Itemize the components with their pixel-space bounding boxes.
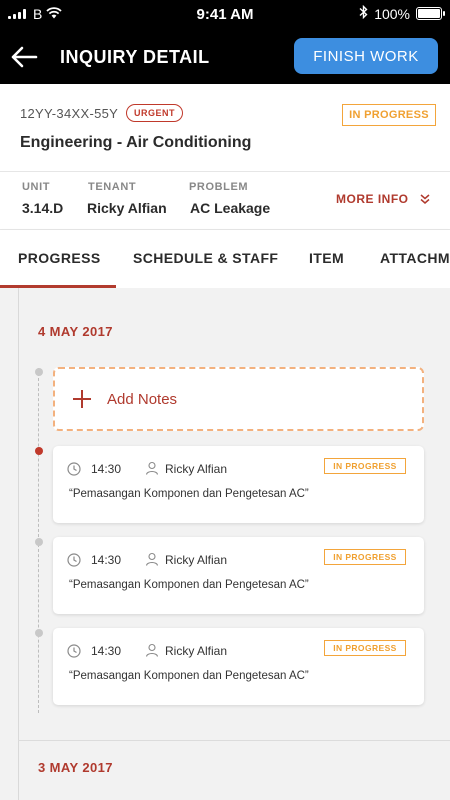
user-icon xyxy=(145,643,159,657)
plus-icon xyxy=(73,390,91,408)
entry-time: 14:30 xyxy=(91,462,122,476)
entry-time: 14:30 xyxy=(91,553,122,567)
unit-value: 3.14.D xyxy=(22,200,64,216)
progress-entry-card[interactable]: 14:30 Ricky Alfian IN PROGRESS “Pemasang… xyxy=(53,628,424,705)
divider xyxy=(0,171,450,172)
timeline-dot-active xyxy=(35,447,43,455)
date-header: 3 MAY 2017 xyxy=(38,760,113,775)
status-right: 100% xyxy=(359,4,445,22)
date-divider xyxy=(18,740,450,741)
inquiry-title: Engineering - Air Conditioning xyxy=(20,134,252,151)
entry-user: Ricky Alfian xyxy=(165,644,228,658)
progress-entry-card[interactable]: 14:30 Ricky Alfian IN PROGRESS “Pemasang… xyxy=(53,446,424,523)
problem-value: AC Leakage xyxy=(190,200,271,216)
clock-icon xyxy=(67,553,81,567)
entry-user: Ricky Alfian xyxy=(165,553,228,567)
timeline-rule xyxy=(18,288,19,800)
finish-work-button[interactable]: FINISH WORK xyxy=(294,38,438,74)
entry-time: 14:30 xyxy=(91,644,122,658)
timeline-dot xyxy=(35,538,43,546)
timeline-dot xyxy=(35,368,43,376)
tenant-label: TENANT xyxy=(88,181,137,193)
priority-badge: URGENT xyxy=(126,104,183,122)
tenant-value: Ricky Alfian xyxy=(87,200,167,216)
battery-fill xyxy=(418,9,440,18)
user-icon xyxy=(145,461,159,475)
entry-description: “Pemasangan Komponen dan Pengetesan AC” xyxy=(69,579,309,591)
entry-user: Ricky Alfian xyxy=(165,462,228,476)
double-chevron-down-icon xyxy=(420,194,429,204)
page-title: INQUIRY DETAIL xyxy=(60,47,210,67)
tab-attachment[interactable]: ATTACHMENT xyxy=(380,230,450,286)
battery-percent: 100% xyxy=(374,5,410,22)
bluetooth-icon xyxy=(359,4,368,22)
entry-status-badge: IN PROGRESS xyxy=(324,458,406,474)
add-notes-button[interactable]: Add Notes xyxy=(53,367,424,431)
unit-label: UNIT xyxy=(22,181,51,193)
tab-schedule-staff[interactable]: SCHEDULE & STAFF xyxy=(133,230,278,286)
progress-entry-card[interactable]: 14:30 Ricky Alfian IN PROGRESS “Pemasang… xyxy=(53,537,424,614)
tab-progress[interactable]: PROGRESS xyxy=(18,230,101,286)
more-info-button[interactable]: MORE INFO xyxy=(336,192,431,206)
user-icon xyxy=(145,552,159,566)
nav-bar: INQUIRY DETAIL FINISH WORK xyxy=(0,30,450,84)
timeline-dot xyxy=(35,629,43,637)
entry-status-badge: IN PROGRESS xyxy=(324,549,406,565)
more-info-label: MORE INFO xyxy=(336,192,409,206)
problem-label: PROBLEM xyxy=(189,181,249,193)
add-notes-label: Add Notes xyxy=(107,390,178,408)
entry-status-badge: IN PROGRESS xyxy=(324,640,406,656)
inquiry-id: 12YY-34XX-55Y xyxy=(20,106,119,121)
battery-icon xyxy=(416,7,445,20)
entry-description: “Pemasangan Komponen dan Pengetesan AC” xyxy=(69,488,309,500)
date-header: 4 MAY 2017 xyxy=(38,324,113,339)
tab-item[interactable]: ITEM xyxy=(309,230,344,286)
clock-icon xyxy=(67,644,81,658)
entry-description: “Pemasangan Komponen dan Pengetesan AC” xyxy=(69,670,309,682)
clock-icon xyxy=(67,462,81,476)
status-badge: IN PROGRESS xyxy=(342,104,436,126)
progress-timeline[interactable]: 4 MAY 2017 Add Notes 14:30 Ricky Alfian … xyxy=(0,288,450,800)
status-bar: B 9:41 AM 100% xyxy=(0,0,450,30)
tab-bar: PROGRESS SCHEDULE & STAFF ITEM ATTACHMEN… xyxy=(0,230,450,288)
arrow-left-icon xyxy=(11,46,38,68)
back-button[interactable] xyxy=(8,42,40,72)
